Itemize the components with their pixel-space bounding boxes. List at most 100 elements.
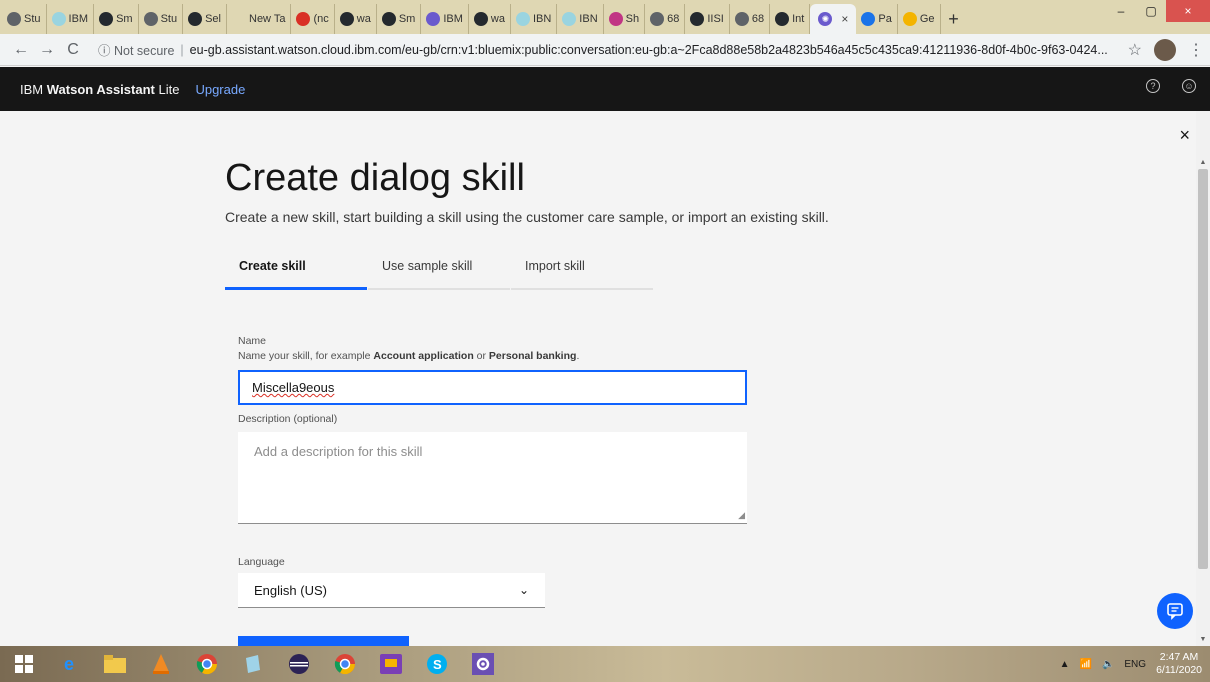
brand-product-name: Watson Assistant <box>46 81 155 97</box>
name-hint-mid: or <box>473 350 489 362</box>
name-hint-example-2: Personal banking <box>488 350 577 362</box>
back-button[interactable]: ← <box>8 37 34 63</box>
tab-create-skill[interactable]: Create skill <box>225 259 367 290</box>
browser-tab-10[interactable]: wa <box>469 4 511 34</box>
browser-tab-6[interactable]: (nc <box>291 4 335 34</box>
notepad-icon[interactable] <box>234 648 272 680</box>
tab-label: Sm <box>398 13 416 25</box>
description-textarea[interactable]: Add a description for this skill ◢ <box>238 432 747 524</box>
tab-favicon-icon <box>775 12 790 26</box>
tray-up-arrow-icon[interactable]: ▲ <box>1060 659 1070 670</box>
maximize-button[interactable]: ▢ <box>1136 0 1166 22</box>
active-browser-tab[interactable]: ✺ × <box>810 4 857 34</box>
ibm-header-bar: IBM Watson Assistant Lite Upgrade ? ☺ <box>0 67 1210 111</box>
new-tab-button[interactable]: + <box>941 4 967 34</box>
system-clock[interactable]: 2:47 AM 6/11/2020 <box>1156 651 1202 677</box>
url-input[interactable]: ⓘ Not secure | eu-gb.assistant.watson.cl… <box>92 37 1122 63</box>
tab-label: IBM <box>443 13 463 25</box>
help-icon[interactable]: ? <box>1146 79 1160 93</box>
tab-use-sample-skill[interactable]: Use sample skill <box>368 259 510 290</box>
security-indicator[interactable]: ⓘ Not secure <box>98 40 174 59</box>
clock-date: 6/11/2020 <box>1156 664 1202 676</box>
browser-tab-0[interactable]: Stu <box>2 4 47 34</box>
tab-label: Stu <box>24 13 41 25</box>
tab-label: Stu <box>160 13 178 25</box>
tab-label: IISI <box>707 13 724 25</box>
language-indicator[interactable]: ENG <box>1124 659 1146 670</box>
window-controls: – ▢ × <box>1106 0 1210 22</box>
browser-tab-3[interactable]: Stu <box>139 4 184 34</box>
browser-tab-16[interactable]: 68 <box>730 4 771 34</box>
create-button[interactable] <box>238 636 409 646</box>
scroll-up-icon[interactable]: ▲ <box>1196 155 1210 169</box>
browser-tab-1[interactable]: IBM <box>47 4 95 34</box>
profile-avatar[interactable] <box>1154 38 1176 61</box>
user-profile-icon[interactable]: ☺ <box>1182 79 1196 93</box>
window-close-button[interactable]: × <box>1166 0 1210 22</box>
browser-tab-15[interactable]: IISI <box>685 4 730 34</box>
tab-label: wa <box>490 13 505 25</box>
page-title: Create dialog skill <box>225 157 525 199</box>
chevron-down-icon: ⌄ <box>518 583 529 597</box>
browser-tab-13[interactable]: Sh <box>604 4 646 34</box>
browser-tab-2[interactable]: Sm <box>94 4 139 34</box>
browser-tab-11[interactable]: IBN <box>511 4 558 34</box>
tab-label: Sm <box>116 13 133 25</box>
browser-tab-17[interactable]: Int <box>770 4 811 34</box>
tab-label: 68 <box>751 13 765 25</box>
network-icon[interactable]: 📶 <box>1079 659 1091 670</box>
bookmark-star-icon[interactable]: ☆ <box>1128 40 1142 60</box>
windows-start-icon[interactable] <box>6 648 42 680</box>
eclipse-icon[interactable] <box>280 648 318 680</box>
tab-import-skill[interactable]: Import skill <box>511 259 653 290</box>
browser-tab-5[interactable]: New Ta <box>227 4 292 34</box>
tab-favicon-icon <box>143 12 158 26</box>
tab-label: IBM <box>68 13 89 25</box>
language-select[interactable]: English (US) ⌄ <box>238 573 545 608</box>
browser-trailing-tab-0[interactable]: Pa <box>856 4 898 34</box>
upgrade-link[interactable]: Upgrade <box>195 82 245 97</box>
skype-icon[interactable]: S <box>418 648 456 680</box>
tab-favicon-icon <box>861 12 876 26</box>
chat-icon[interactable] <box>1157 593 1193 629</box>
scroll-down-icon[interactable]: ▼ <box>1196 632 1210 646</box>
reload-button[interactable]: C <box>60 37 86 63</box>
close-panel-icon[interactable]: × <box>1179 125 1190 146</box>
volume-icon[interactable]: 🔈 <box>1102 659 1114 670</box>
file-explorer-icon[interactable] <box>96 648 134 680</box>
clock-time: 2:47 AM <box>1159 651 1199 663</box>
browser-tab-14[interactable]: 68 <box>645 4 686 34</box>
product-brand[interactable]: IBM Watson Assistant Lite <box>20 82 179 97</box>
internet-explorer-icon[interactable]: e <box>50 648 88 680</box>
scroll-thumb[interactable] <box>1198 169 1208 569</box>
browser-tab-12[interactable]: IBN <box>557 4 604 34</box>
tab-label: IBN <box>579 13 598 25</box>
minimize-button[interactable]: – <box>1106 0 1136 22</box>
tab-label: Sh <box>625 13 640 25</box>
close-tab-icon[interactable]: × <box>841 12 848 26</box>
resize-handle-icon[interactable]: ◢ <box>738 510 745 521</box>
skill-name-input[interactable]: Miscella9eous <box>238 370 747 405</box>
vlc-icon[interactable] <box>142 648 180 680</box>
chrome-icon-2[interactable] <box>326 648 364 680</box>
browser-menu-icon[interactable]: ⋮ <box>1188 40 1204 60</box>
browser-tab-9[interactable]: IBM <box>421 4 469 34</box>
tab-favicon-icon <box>339 12 354 26</box>
ibm-watson-favicon-icon: ✺ <box>818 12 833 26</box>
browser-tab-4[interactable]: Sel <box>183 4 227 34</box>
page-scrollbar[interactable]: ▲ ▼ <box>1196 111 1210 646</box>
tab-favicon-icon <box>232 12 246 26</box>
tab-favicon-icon <box>473 12 488 26</box>
tab-favicon-icon <box>608 12 623 26</box>
browser-trailing-tab-1[interactable]: Ge <box>898 4 941 34</box>
browser-tab-7[interactable]: wa <box>335 4 377 34</box>
chrome-icon[interactable] <box>188 648 226 680</box>
address-bar: ← → C ⓘ Not secure | eu-gb.assistant.wat… <box>0 34 1210 66</box>
tab-label: IBN <box>532 13 552 25</box>
tab-favicon-icon <box>99 12 114 26</box>
language-selected-value: English (US) <box>254 582 327 598</box>
browser-tab-8[interactable]: Sm <box>377 4 422 34</box>
forward-button[interactable]: → <box>34 37 60 63</box>
media-player-icon[interactable] <box>372 648 410 680</box>
settings-gear-icon[interactable] <box>464 648 502 680</box>
